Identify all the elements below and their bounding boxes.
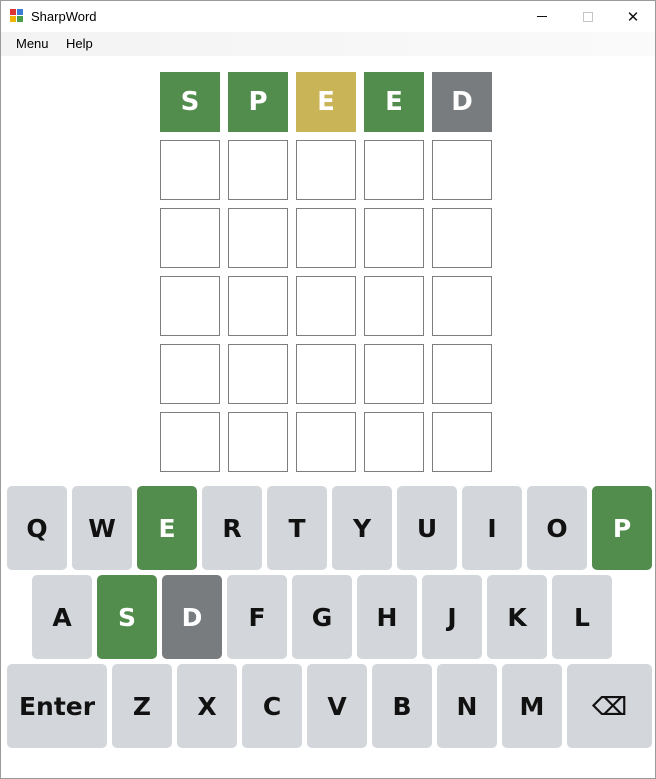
key-e[interactable]: E [137, 486, 197, 570]
letter-tile [228, 208, 288, 268]
board-row [160, 276, 492, 336]
key-q[interactable]: Q [7, 486, 67, 570]
maximize-button[interactable] [565, 1, 611, 32]
letter-tile: S [160, 72, 220, 132]
letter-tile [364, 208, 424, 268]
menu-bar: Menu Help [1, 32, 655, 56]
letter-tile [432, 140, 492, 200]
board-row [160, 412, 492, 472]
key-x[interactable]: X [177, 664, 237, 748]
backspace-icon: ⌫ [591, 691, 628, 721]
board-row [160, 208, 492, 268]
key-h[interactable]: H [357, 575, 417, 659]
key-l[interactable]: L [552, 575, 612, 659]
keyboard-row-3: Enter Z X C V B N M ⌫ [7, 664, 652, 748]
key-o[interactable]: O [527, 486, 587, 570]
letter-tile [296, 344, 356, 404]
letter-tile [160, 276, 220, 336]
key-g[interactable]: G [292, 575, 352, 659]
key-t[interactable]: T [267, 486, 327, 570]
close-button[interactable]: ✕ [610, 1, 656, 32]
window-title: SharpWord [31, 9, 97, 24]
letter-tile [296, 412, 356, 472]
minimize-icon [537, 16, 547, 17]
letter-tile [364, 140, 424, 200]
key-s[interactable]: S [97, 575, 157, 659]
key-z[interactable]: Z [112, 664, 172, 748]
board-row: SPEED [160, 72, 492, 132]
close-icon: ✕ [626, 8, 640, 26]
title-bar[interactable]: SharpWord ✕ [1, 1, 655, 32]
key-i[interactable]: I [462, 486, 522, 570]
key-y[interactable]: Y [332, 486, 392, 570]
letter-tile [228, 276, 288, 336]
key-n[interactable]: N [437, 664, 497, 748]
board-row [160, 344, 492, 404]
key-k[interactable]: K [487, 575, 547, 659]
letter-tile [160, 208, 220, 268]
board-row [160, 140, 492, 200]
app-icon [10, 9, 24, 23]
letter-tile [432, 208, 492, 268]
menu-menu[interactable]: Menu [16, 36, 49, 51]
letter-tile [160, 344, 220, 404]
enter-key[interactable]: Enter [7, 664, 107, 748]
key-c[interactable]: C [242, 664, 302, 748]
letter-tile: D [432, 72, 492, 132]
letter-tile [296, 208, 356, 268]
key-v[interactable]: V [307, 664, 367, 748]
key-f[interactable]: F [227, 575, 287, 659]
letter-tile [296, 276, 356, 336]
backspace-key[interactable]: ⌫ [567, 664, 652, 748]
letter-tile [160, 140, 220, 200]
app-window: SharpWord ✕ Menu Help SPEED QWERTYUIOP A… [0, 0, 656, 779]
key-b[interactable]: B [372, 664, 432, 748]
key-r[interactable]: R [202, 486, 262, 570]
letter-tile: E [296, 72, 356, 132]
key-m[interactable]: M [502, 664, 562, 748]
letter-tile [228, 344, 288, 404]
letter-tile [364, 276, 424, 336]
game-board: SPEED [160, 72, 492, 480]
key-u[interactable]: U [397, 486, 457, 570]
key-d[interactable]: D [162, 575, 222, 659]
letter-tile [228, 140, 288, 200]
maximize-icon [583, 11, 593, 22]
letter-tile: E [364, 72, 424, 132]
letter-tile [160, 412, 220, 472]
letter-tile [364, 412, 424, 472]
key-j[interactable]: J [422, 575, 482, 659]
minimize-button[interactable] [519, 1, 565, 32]
key-a[interactable]: A [32, 575, 92, 659]
letter-tile [432, 276, 492, 336]
key-p[interactable]: P [592, 486, 652, 570]
key-w[interactable]: W [72, 486, 132, 570]
keyboard-row-1: QWERTYUIOP [7, 486, 652, 570]
letter-tile [296, 140, 356, 200]
menu-help[interactable]: Help [66, 36, 93, 51]
letter-tile [432, 412, 492, 472]
letter-tile [364, 344, 424, 404]
letter-tile [228, 412, 288, 472]
keyboard-row-2: ASDFGHJKL [32, 575, 612, 659]
letter-tile: P [228, 72, 288, 132]
letter-tile [432, 344, 492, 404]
